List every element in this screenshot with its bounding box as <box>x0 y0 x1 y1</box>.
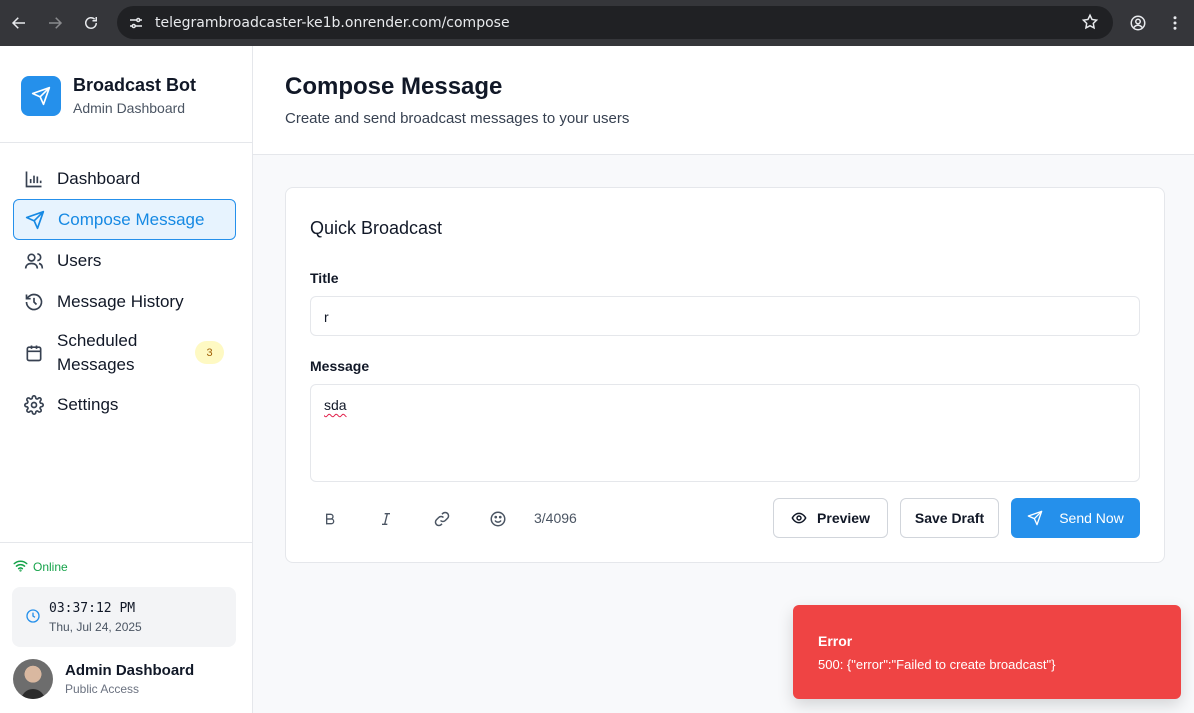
message-text: sda <box>324 397 347 413</box>
send-icon <box>25 210 45 230</box>
user-name: Admin Dashboard <box>65 662 195 679</box>
back-arrow-icon[interactable] <box>10 14 28 32</box>
page-subtitle: Create and send broadcast messages to yo… <box>285 110 630 127</box>
avatar <box>13 659 53 699</box>
reload-icon[interactable] <box>82 14 100 32</box>
clock-time: 03:37:12 PM <box>49 601 136 616</box>
sidebar-item-label: Dashboard <box>57 168 141 188</box>
forward-arrow-icon[interactable] <box>46 14 64 32</box>
users-icon <box>24 251 44 271</box>
connection-status: Online <box>13 559 68 575</box>
address-bar[interactable]: telegrambroadcaster-ke1b.onrender.com/co… <box>117 6 1113 39</box>
italic-icon[interactable] <box>376 509 396 529</box>
bar-chart-icon <box>24 169 44 189</box>
preview-label: Preview <box>817 510 870 526</box>
toast-message: 500: {"error":"Failed to create broadcas… <box>818 657 1056 672</box>
count-badge: 3 <box>195 341 224 364</box>
title-input[interactable]: r <box>310 296 1140 336</box>
message-label: Message <box>310 358 370 374</box>
sidebar-item-label: Message History <box>57 291 184 311</box>
emoji-icon[interactable] <box>488 509 508 529</box>
page-title: Compose Message <box>285 73 503 100</box>
status-label: Online <box>33 560 68 574</box>
character-count: 3/4096 <box>534 510 577 526</box>
user-access: Public Access <box>65 682 140 696</box>
user-profile[interactable]: Admin Dashboard Public Access <box>13 659 194 699</box>
save-draft-button[interactable]: Save Draft <box>900 498 999 538</box>
bookmark-star-icon[interactable] <box>1081 13 1099 31</box>
sidebar-item-settings[interactable]: Settings <box>13 384 236 425</box>
toast-title: Error <box>818 633 853 649</box>
sidebar-item-compose-message[interactable]: Compose Message <box>13 199 236 240</box>
send-icon <box>1027 510 1043 526</box>
clock-date: Thu, Jul 24, 2025 <box>49 620 142 634</box>
quick-broadcast-card: Quick Broadcast Title r Message sda 3/40… <box>285 187 1165 563</box>
sidebar-nav: Dashboard Compose Message Users Message … <box>13 158 236 425</box>
sidebar: Broadcast Bot Admin Dashboard Dashboard … <box>0 46 253 713</box>
clock-icon <box>26 609 40 623</box>
send-now-button[interactable]: Send Now <box>1011 498 1140 538</box>
sidebar-item-label: Settings <box>57 394 119 414</box>
sidebar-item-label: Compose Message <box>58 209 205 229</box>
paper-plane-logo-icon <box>21 76 61 116</box>
clock-card: 03:37:12 PM Thu, Jul 24, 2025 <box>12 587 236 647</box>
profile-icon[interactable] <box>1129 14 1147 32</box>
error-toast[interactable]: Error 500: {"error":"Failed to create br… <box>793 605 1181 699</box>
page-header: Compose Message Create and send broadcas… <box>253 46 1194 155</box>
calendar-icon <box>24 343 44 363</box>
eye-icon <box>791 512 807 524</box>
sidebar-item-dashboard[interactable]: Dashboard <box>13 158 236 199</box>
link-icon[interactable] <box>432 509 452 529</box>
sidebar-item-message-history[interactable]: Message History <box>13 281 236 322</box>
browser-toolbar: telegrambroadcaster-ke1b.onrender.com/co… <box>0 0 1194 46</box>
menu-kebab-icon[interactable] <box>1166 14 1184 32</box>
sidebar-item-label: Users <box>57 250 102 270</box>
title-label: Title <box>310 270 339 286</box>
divider <box>0 542 252 543</box>
brand-title: Broadcast Bot <box>73 75 197 95</box>
brand-subtitle: Admin Dashboard <box>73 100 186 116</box>
bold-icon[interactable] <box>320 509 340 529</box>
url-text: telegrambroadcaster-ke1b.onrender.com/co… <box>155 14 510 31</box>
history-icon <box>24 292 44 312</box>
sidebar-item-users[interactable]: Users <box>13 240 236 281</box>
gear-icon <box>24 394 44 415</box>
card-title: Quick Broadcast <box>310 218 443 238</box>
send-label: Send Now <box>1059 510 1124 526</box>
site-settings-icon[interactable] <box>127 14 145 32</box>
sidebar-item-scheduled-messages[interactable]: Scheduled Messages 3 <box>13 322 236 384</box>
brand: Broadcast Bot Admin Dashboard <box>21 74 196 118</box>
preview-button[interactable]: Preview <box>773 498 888 538</box>
message-textarea[interactable]: sda <box>310 384 1140 482</box>
divider <box>0 142 252 143</box>
sidebar-item-label: Scheduled Messages <box>57 331 138 374</box>
wifi-icon <box>13 559 28 575</box>
